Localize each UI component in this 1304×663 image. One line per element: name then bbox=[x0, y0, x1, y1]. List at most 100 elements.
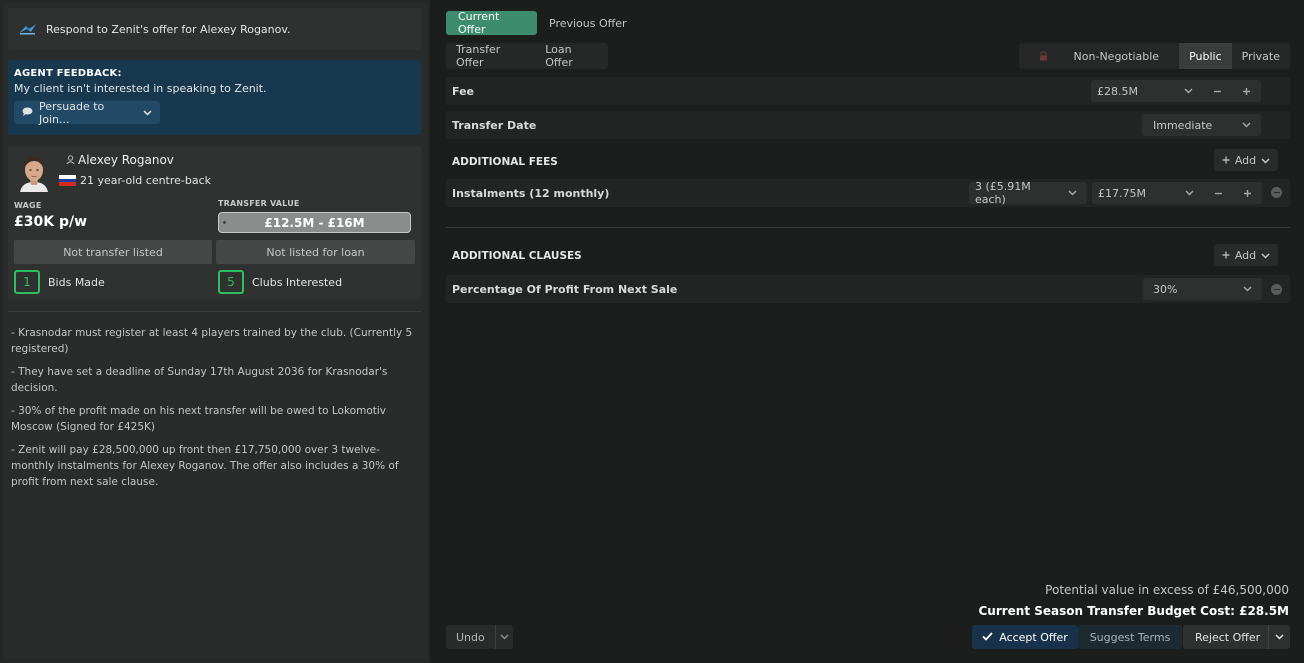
public-toggle[interactable]: Public bbox=[1179, 43, 1232, 69]
chevron-down-icon[interactable] bbox=[1175, 190, 1204, 196]
agent-feedback-message: My client isn't interested in speaking t… bbox=[14, 82, 267, 95]
chevron-down-icon bbox=[1232, 122, 1261, 128]
private-toggle[interactable]: Private bbox=[1232, 43, 1290, 69]
instalments-label: Instalments (12 monthly) bbox=[452, 186, 610, 200]
offer-notice: Respond to Zenit's offer for Alexey Roga… bbox=[8, 8, 421, 50]
fee-row: Fee £28.5M bbox=[446, 77, 1290, 105]
remove-fee-icon[interactable] bbox=[1271, 187, 1282, 198]
accept-offer-button[interactable]: Accept Offer bbox=[972, 625, 1078, 649]
player-avatar[interactable] bbox=[16, 152, 52, 192]
instalments-count: 3 (£5.91M each) bbox=[975, 180, 1031, 206]
add-clause-label: Add bbox=[1234, 248, 1257, 262]
chevron-down-icon bbox=[1058, 190, 1087, 196]
offer-panel: Current Offer Previous Offer Transfer Of… bbox=[446, 0, 1290, 663]
minus-icon[interactable] bbox=[1203, 87, 1232, 96]
chevron-down-icon bbox=[1261, 249, 1270, 262]
plus-icon[interactable] bbox=[1233, 189, 1262, 198]
note-item: - 30% of the profit made on his next tra… bbox=[11, 405, 387, 433]
budget-cost-text: Current Season Transfer Budget Cost: £28… bbox=[978, 604, 1289, 618]
instalments-count-select[interactable]: 3 (£5.91M each) bbox=[969, 180, 1087, 206]
additional-fees-title: ADDITIONAL FEES bbox=[452, 156, 558, 168]
offer-type-tabs: Transfer Offer Loan Offer bbox=[446, 43, 608, 69]
profit-clause-row: Percentage Of Profit From Next Sale 30% bbox=[446, 275, 1290, 303]
transfer-date-value: Immediate bbox=[1153, 118, 1213, 132]
add-clause-button[interactable]: Add bbox=[1214, 244, 1278, 266]
player-name-row[interactable]: Alexey Roganov bbox=[66, 153, 174, 167]
note-item: - Zenit will pay £28,500,000 up front th… bbox=[11, 444, 399, 488]
transfer-date-select[interactable]: Immediate bbox=[1142, 114, 1261, 136]
checkmark-icon bbox=[982, 631, 993, 644]
instalments-value: £17.75M bbox=[1098, 186, 1146, 200]
lock-icon bbox=[1029, 51, 1058, 61]
undo-button[interactable]: Undo bbox=[446, 625, 513, 649]
remove-clause-icon[interactable] bbox=[1271, 284, 1282, 295]
chevron-down-icon bbox=[1261, 154, 1270, 167]
potential-value-text: Potential value in excess of £46,500,000 bbox=[1045, 583, 1289, 597]
chevron-down-icon[interactable] bbox=[496, 634, 513, 640]
chevron-down-icon[interactable] bbox=[1268, 625, 1290, 649]
value-marker bbox=[223, 221, 226, 224]
profit-clause-label: Percentage Of Profit From Next Sale bbox=[452, 282, 678, 296]
persuade-label: Persuade to Join... bbox=[39, 99, 105, 126]
left-panel: Respond to Zenit's offer for Alexey Roga… bbox=[0, 0, 430, 663]
bids-count: 1 bbox=[14, 270, 40, 294]
transfer-date-row: Transfer Date Immediate bbox=[446, 111, 1290, 139]
section-divider bbox=[446, 227, 1290, 228]
wage-value: £30K p/w bbox=[14, 214, 88, 230]
instalments-amount-input[interactable]: £17.75M bbox=[1092, 182, 1262, 204]
accept-offer-label: Accept Offer bbox=[999, 630, 1068, 644]
transfer-value-label: TRANSFER VALUE bbox=[218, 199, 300, 208]
player-description: 21 year-old centre-back bbox=[80, 174, 212, 187]
tab-loan-offer[interactable]: Loan Offer bbox=[535, 43, 608, 69]
undo-label: Undo bbox=[446, 625, 496, 649]
reject-offer-label: Reject Offer bbox=[1195, 630, 1261, 644]
tab-current-offer[interactable]: Current Offer bbox=[446, 10, 537, 36]
visibility-toggle: Non-Negotiable Public Private bbox=[1018, 43, 1290, 69]
fee-input[interactable]: £28.5M bbox=[1091, 80, 1261, 102]
note-item: - They have set a deadline of Sunday 17t… bbox=[11, 366, 388, 394]
loan-status-badge: Not listed for loan bbox=[216, 240, 415, 264]
instalments-row: Instalments (12 monthly) 3 (£5.91M each)… bbox=[446, 179, 1290, 207]
tab-transfer-offer[interactable]: Transfer Offer bbox=[446, 43, 535, 69]
minus-icon[interactable] bbox=[1204, 189, 1233, 198]
add-fee-button[interactable]: Add bbox=[1214, 149, 1278, 171]
transfer-value: £12.5M - £16M bbox=[264, 215, 365, 230]
agent-feedback-title: AGENT FEEDBACK: bbox=[14, 68, 122, 79]
bids-label: Bids Made bbox=[48, 275, 105, 289]
wage-label: WAGE bbox=[14, 201, 42, 210]
persuade-button[interactable]: Persuade to Join... bbox=[14, 99, 160, 126]
additional-clauses-title: ADDITIONAL CLAUSES bbox=[452, 250, 582, 262]
clubs-count: 5 bbox=[218, 270, 244, 294]
profit-percentage-select[interactable]: 30% bbox=[1143, 278, 1262, 300]
plus-icon bbox=[1222, 249, 1230, 262]
player-card: Alexey Roganov 21 year-old centre-back W… bbox=[8, 146, 421, 300]
person-icon bbox=[66, 153, 75, 167]
speech-bubble-icon bbox=[22, 106, 33, 119]
clubs-interested-stat[interactable]: 5 Clubs Interested bbox=[218, 270, 342, 294]
chevron-down-icon[interactable] bbox=[1174, 88, 1203, 94]
bids-made-stat[interactable]: 1 Bids Made bbox=[14, 270, 105, 294]
transfer-status-badge: Not transfer listed bbox=[14, 240, 212, 264]
player-description-row: 21 year-old centre-back bbox=[59, 174, 211, 187]
tab-previous-offer[interactable]: Previous Offer bbox=[537, 11, 639, 35]
non-negotiable-toggle[interactable]: Non-Negotiable bbox=[1019, 43, 1180, 69]
suggest-terms-button[interactable]: Suggest Terms bbox=[1078, 625, 1182, 649]
zenit-logo-icon bbox=[18, 22, 38, 36]
notice-text: Respond to Zenit's offer for Alexey Roga… bbox=[46, 22, 291, 36]
reject-offer-button[interactable]: Reject Offer bbox=[1183, 625, 1290, 649]
offer-notes: - Krasnodar must register at least 4 pla… bbox=[11, 325, 413, 497]
plus-icon[interactable] bbox=[1232, 87, 1261, 96]
chevron-down-icon bbox=[143, 106, 152, 119]
russia-flag-icon bbox=[59, 175, 76, 187]
player-name: Alexey Roganov bbox=[78, 153, 174, 167]
profit-percentage-value: 30% bbox=[1153, 282, 1178, 296]
left-divider bbox=[8, 311, 421, 312]
agent-feedback: AGENT FEEDBACK: My client isn't interest… bbox=[8, 60, 421, 135]
transfer-date-label: Transfer Date bbox=[452, 118, 537, 132]
note-item: - Krasnodar must register at least 4 pla… bbox=[11, 327, 413, 355]
chevron-down-icon bbox=[1233, 286, 1262, 292]
plus-icon bbox=[1222, 154, 1230, 167]
fee-value: £28.5M bbox=[1097, 84, 1138, 98]
add-fee-label: Add bbox=[1234, 153, 1257, 167]
fee-label: Fee bbox=[452, 84, 474, 98]
